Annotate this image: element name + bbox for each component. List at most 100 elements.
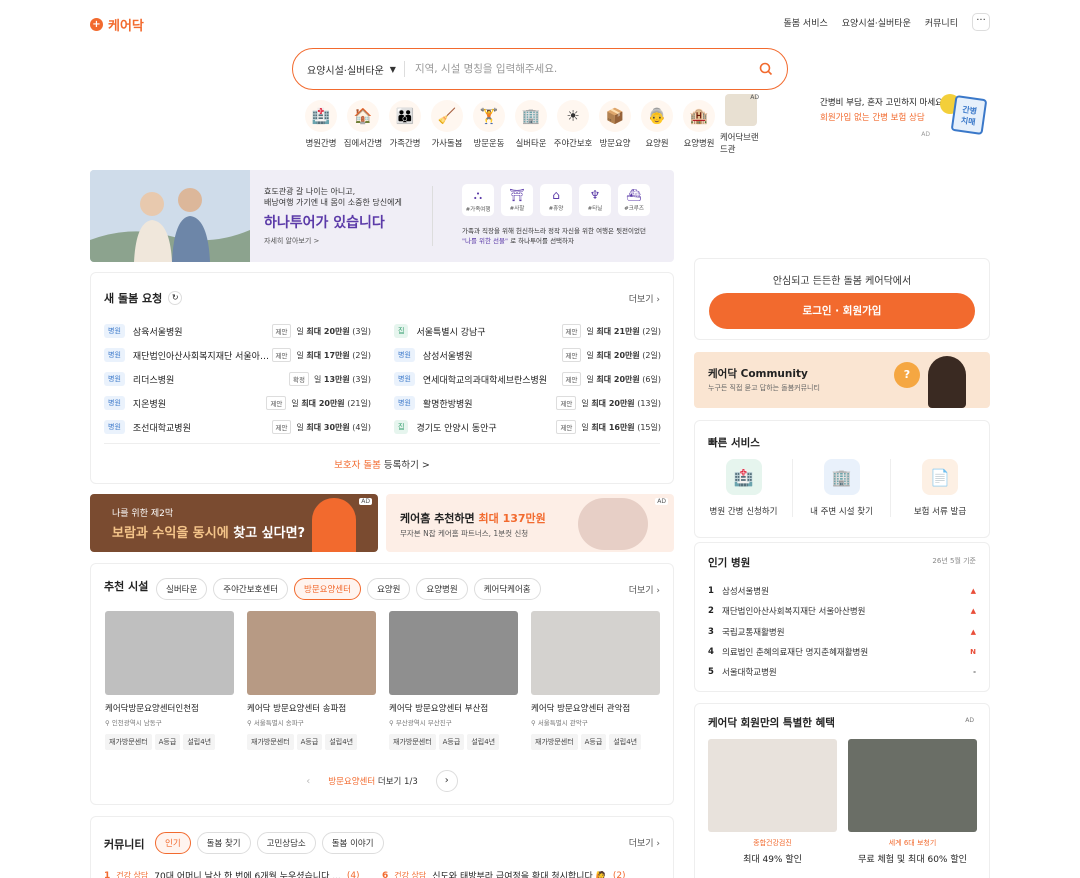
facility-tab-1[interactable]: 주야간보호센터 <box>213 578 289 600</box>
quick-service-1[interactable]: 🏢 내 주변 시설 찾기 <box>793 459 891 517</box>
popular-hospital-item[interactable]: 5 서울대학교병원 - <box>708 662 976 682</box>
piggy-bank-illustration <box>578 498 648 550</box>
request-row[interactable]: 집 경기도 안양시 동안구 제안 일 최대 16만원 (15일) <box>394 415 661 439</box>
search-input[interactable] <box>414 63 759 75</box>
requests-more-link[interactable]: 더보기 › <box>629 292 660 305</box>
category-6[interactable]: ☀ 주야간보호 <box>552 100 594 149</box>
community-tab-3[interactable]: 돌봄 이야기 <box>321 832 384 854</box>
prev-page-icon[interactable]: ‹ <box>306 776 310 787</box>
category-8[interactable]: 👵 요양원 <box>636 100 678 149</box>
facility-card[interactable]: 케어닥 방문요양센터 부산점 ⚲ 부산광역시 부산진구 재가방문센터 A등급 설립4년 <box>389 611 518 750</box>
family-trip-icon: ⛬ #가족여행 <box>462 184 494 216</box>
top-nav: 돌봄 서비스 요양시설·실버타운 커뮤니티 ··· <box>784 13 990 31</box>
request-price: 일 최대 20만원 (13일) <box>581 398 661 409</box>
quick-service-2[interactable]: 📄 보험 서류 발급 <box>891 459 989 517</box>
requests-title: 새 돌봄 요청 <box>104 292 163 305</box>
facility-photo <box>389 611 518 695</box>
facility-card[interactable]: 케어닥 방문요양센터 관악점 ⚲ 서울특별시 관악구 재가방문센터 A등급 설립4년 <box>531 611 660 750</box>
facility-tab-4[interactable]: 요양병원 <box>416 578 468 600</box>
nav-facilities[interactable]: 요양시설·실버타운 <box>842 16 911 29</box>
facility-tab-0[interactable]: 실버타운 <box>156 578 208 600</box>
request-type-tag: 병원 <box>104 348 125 362</box>
community-tabs: 인기 돌봄 찾기 고민상담소 돌봄 이야기 <box>155 832 384 854</box>
logo[interactable]: + 케어닥 <box>90 15 144 34</box>
hanatour-banner[interactable]: 효도관광 갈 나이는 아니고, 배낭여행 가기엔 내 몸이 소중한 당신에게 하… <box>90 170 674 262</box>
facility-card[interactable]: 케어닥 방문요양센터 송파점 ⚲ 서울특별시 송파구 재가방문센터 A등급 설립4년 <box>247 611 376 750</box>
refresh-icon[interactable]: ↻ <box>168 291 183 305</box>
category-5[interactable]: 🏢 실버타운 <box>510 100 552 149</box>
popular-hospital-item[interactable]: 2 재단법인아산사회복지재단 서울아산병원 ▲ <box>708 601 976 621</box>
search-category-select[interactable]: 요양시설·실버타운 ▼ <box>307 61 405 77</box>
request-row[interactable]: 병원 삼육서울병원 제안 일 최대 20만원 (3일) <box>104 319 371 343</box>
quick-service-label: 보험 서류 발급 <box>913 507 967 517</box>
request-row[interactable]: 병원 재단법인아산사회복지재단 서울아산... 제안 일 최대 17만원 (2일) <box>104 343 371 367</box>
request-price: 일 최대 20만원 (21일) <box>291 398 371 409</box>
popular-hospital-item[interactable]: 3 국립교통재활병원 ▲ <box>708 622 976 642</box>
community-post[interactable]: 6 건강 상담 신도와 태방부라 급여정을 확대 청시합니다 🙋 (2) <box>382 869 660 878</box>
insurance-ad[interactable]: 간병비 부담, 혼자 고민하지 마세요! 회원가입 없는 간병 보험 상담 AD… <box>820 94 990 138</box>
request-row[interactable]: 집 서울특별시 강남구 제안 일 최대 21만원 (2일) <box>394 319 661 343</box>
category-4[interactable]: 🏋 방문운동 <box>468 100 510 149</box>
carehome-ad-banner[interactable]: 케어홈 추천하면 최대 137만원 무자본 N잡 케어홈 파트너스, 1분컷 신… <box>386 494 674 552</box>
request-row[interactable]: 병원 지온병원 제안 일 최대 20만원 (21일) <box>104 391 371 415</box>
request-row[interactable]: 병원 삼성서울병원 제안 일 최대 20만원 (2일) <box>394 343 661 367</box>
quick-service-0[interactable]: 🏥 병원 간병 신청하기 <box>695 459 793 517</box>
facility-tags: 재가방문센터 A등급 설립4년 <box>531 734 660 750</box>
post-rank: 1 <box>104 870 111 878</box>
category-9[interactable]: 🏨 요양병원 <box>678 100 720 149</box>
facility-tab-5[interactable]: 케어닥케어홈 <box>473 578 541 600</box>
category-label: 실버타운 <box>515 138 547 148</box>
facility-tag: 설립4년 <box>467 734 500 750</box>
category-label: 가사돌봄 <box>431 138 463 148</box>
request-row[interactable]: 병원 활명한방병원 제안 일 최대 20만원 (13일) <box>394 391 661 415</box>
community-tab-0[interactable]: 인기 <box>155 832 191 854</box>
quick-services-title: 빠른 서비스 <box>708 437 760 449</box>
category-0[interactable]: 🏥 병원간병 <box>300 100 342 149</box>
request-days: (21일) <box>344 398 371 408</box>
post-rank: 6 <box>382 870 389 878</box>
more-menu-button[interactable]: ··· <box>972 13 990 31</box>
perk-card[interactable]: 세계 6대 보청기 무료 체험 및 최대 60% 할인 <box>848 739 977 865</box>
perk-card[interactable]: 종합건강검진 최대 49% 할인 <box>708 739 837 865</box>
facility-tab-2[interactable]: 방문요양센터 <box>294 578 361 600</box>
recommended-facilities: 추천 시설 실버타운 주야간보호센터 방문요양센터 요양원 요양병원 케어닥케어홈 더보기… <box>90 563 674 805</box>
register-care-link[interactable]: 보호자 돌봄 등록하기 > <box>91 457 673 471</box>
request-row[interactable]: 병원 조선대학교병원 제안 일 최대 30만원 (4일) <box>104 415 371 439</box>
banner-title: 하나투어가 있습니다 <box>264 215 385 231</box>
recommended-more-link[interactable]: 더보기 › <box>629 583 660 596</box>
ad-label: AD <box>965 717 974 724</box>
price-value: 최대 20만원 <box>596 374 640 384</box>
search-icon[interactable] <box>759 62 773 76</box>
next-page-button[interactable]: › <box>435 770 458 792</box>
community-post[interactable]: 1 건강 상담 70대 어머니 날산 한 번에 6개월 누우셨습니다 ... (4) <box>104 869 382 878</box>
category-2[interactable]: 👪 가족간병 <box>384 100 426 149</box>
pin-icon: ⚲ <box>105 719 112 727</box>
popular-hospital-item[interactable]: 4 의료법인 춘혜의료재단 명지춘혜재활병원 N <box>708 642 976 662</box>
nav-community[interactable]: 커뮤니티 <box>925 16 958 29</box>
category-3[interactable]: 🧹 가사돌봄 <box>426 100 468 149</box>
category-10[interactable]: AD 케어닥브랜드관 <box>720 94 762 155</box>
facility-card[interactable]: 케어닥방문요양센터인천점 ⚲ 인천광역시 남동구 재가방문센터 A등급 설립4년 <box>105 611 234 750</box>
community-tab-1[interactable]: 돌봄 찾기 <box>196 832 251 854</box>
career-ad-banner[interactable]: 나를 위한 제2막 보람과 수익을 동시에 찾고 싶다면? AD <box>90 494 378 552</box>
category-7[interactable]: 📦 방문요양 <box>594 100 636 149</box>
logo-plus-icon: + <box>90 18 103 31</box>
popular-list: 1 삼성서울병원 ▲ 2 재단법인아산사회복지재단 서울아산병원 ▲ 3 국립교통재활병원 ▲ 4… <box>708 581 976 682</box>
facility-tab-3[interactable]: 요양원 <box>366 578 411 600</box>
community-tab-2[interactable]: 고민상담소 <box>256 832 316 854</box>
login-signup-button[interactable]: 로그인 · 회원가입 <box>709 293 975 329</box>
facility-location: ⚲ 부산광역시 부산진구 <box>389 717 518 727</box>
post-comment-count: (4) <box>346 870 360 878</box>
facility-tag: A등급 <box>438 734 465 750</box>
community-banner[interactable]: 케어닥 Community 누구든 직접 묻고 답하는 돌봄커뮤니티 ? <box>694 352 990 408</box>
request-days: (6일) <box>639 374 661 384</box>
request-type-tag: 집 <box>394 324 409 338</box>
nav-care-service[interactable]: 돌봄 서비스 <box>784 16 828 29</box>
popular-hospital-item[interactable]: 1 삼성서울병원 ▲ <box>708 581 976 601</box>
request-row[interactable]: 병원 연세대학교의과대학세브란스병원 제안 일 최대 20만원 (6일) <box>394 367 661 391</box>
banner-link[interactable]: 자세히 알아보기 > <box>264 236 319 246</box>
community-more-link[interactable]: 더보기 › <box>629 836 660 849</box>
facility-address: 서울특별시 관악구 <box>537 719 588 727</box>
request-row[interactable]: 병원 리더스병원 확정 일 13만원 (3일) <box>104 367 371 391</box>
category-1[interactable]: 🏠 집에서간병 <box>342 100 384 149</box>
